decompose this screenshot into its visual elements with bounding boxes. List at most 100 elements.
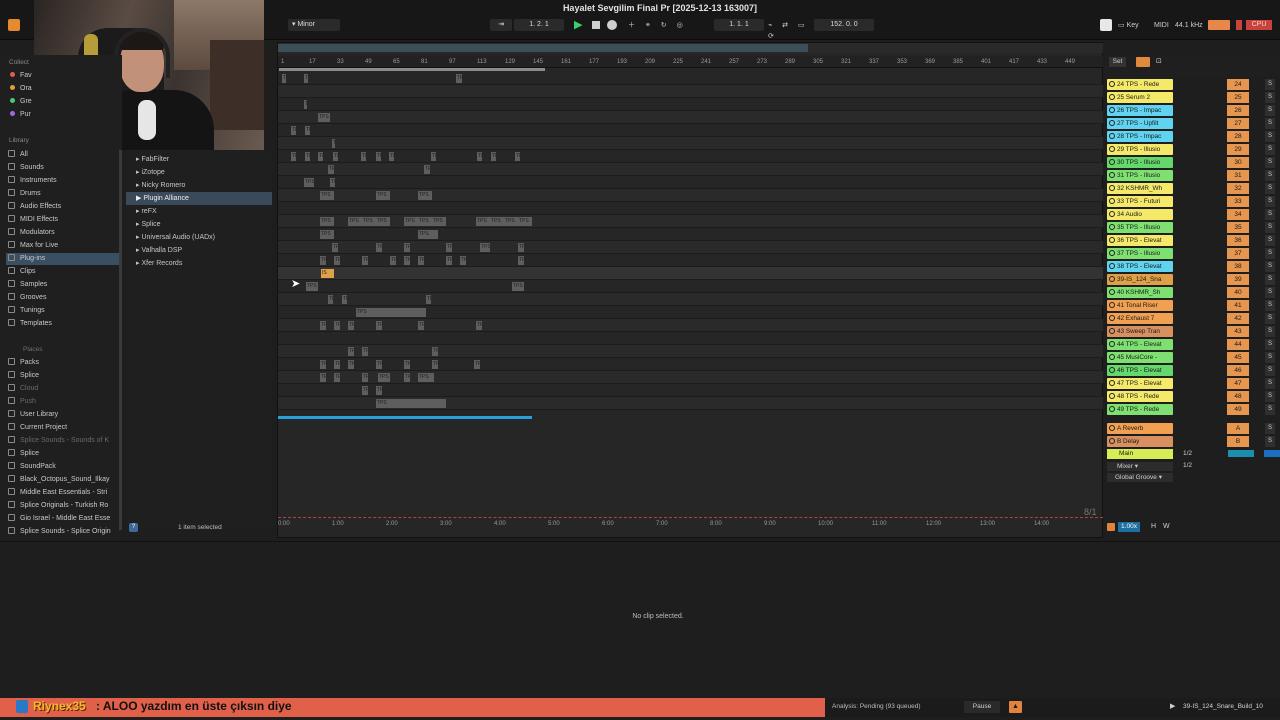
favorite-orange[interactable]: Ora bbox=[10, 83, 122, 95]
clip[interactable]: TPS bbox=[376, 386, 382, 395]
clip[interactable]: TPS bbox=[474, 360, 480, 369]
key-map-button[interactable]: ▭ Key bbox=[1118, 20, 1148, 31]
places-push[interactable]: Push bbox=[8, 396, 120, 408]
power-icon[interactable] bbox=[1109, 159, 1115, 165]
scale-select[interactable]: ▾ Minor bbox=[288, 19, 340, 31]
places-user-library[interactable]: User Library bbox=[8, 409, 120, 421]
clip[interactable]: TPS bbox=[404, 243, 410, 252]
track-header[interactable]: 39-IS_124_Sna 39 S bbox=[1105, 273, 1280, 286]
track-header[interactable]: 24 TPS - Rede 24 S bbox=[1105, 78, 1280, 91]
solo-button[interactable]: S bbox=[1265, 157, 1275, 168]
track-number[interactable]: 36 bbox=[1227, 235, 1249, 246]
power-icon[interactable] bbox=[1109, 393, 1115, 399]
clip[interactable]: TPS bbox=[306, 282, 318, 291]
track-header[interactable]: 30 TPS - Illusio 30 S bbox=[1105, 156, 1280, 169]
track-name[interactable]: 24 TPS - Rede bbox=[1107, 79, 1173, 90]
track-number[interactable]: 31 bbox=[1227, 170, 1249, 181]
folder-izotope[interactable]: ▸ iZotope bbox=[126, 166, 272, 179]
browser-toggle-button[interactable] bbox=[8, 19, 20, 31]
solo-button[interactable]: S bbox=[1265, 144, 1275, 155]
track-header[interactable]: 43 Sweep Tran 43 S bbox=[1105, 325, 1280, 338]
loop-brace[interactable] bbox=[279, 68, 545, 71]
midi-map-button[interactable]: MIDI bbox=[1154, 20, 1169, 31]
power-icon[interactable] bbox=[1109, 263, 1115, 269]
track-number[interactable]: 30 bbox=[1227, 157, 1249, 168]
places-current-project[interactable]: Current Project bbox=[8, 422, 120, 434]
library-all[interactable]: All bbox=[8, 149, 120, 161]
arrangement-lane[interactable] bbox=[278, 241, 1103, 254]
track-name[interactable]: 43 Sweep Tran bbox=[1107, 326, 1173, 337]
power-icon[interactable] bbox=[1109, 406, 1115, 412]
arrangement-lane[interactable] bbox=[278, 371, 1103, 384]
power-icon[interactable] bbox=[1109, 367, 1115, 373]
clip[interactable]: TPS bbox=[518, 217, 532, 226]
clip[interactable]: TPS bbox=[318, 113, 330, 122]
zoom-icon[interactable] bbox=[1107, 523, 1115, 531]
clip[interactable]: TPS bbox=[476, 321, 482, 330]
places-cloud[interactable]: Cloud bbox=[8, 383, 120, 395]
track-name[interactable]: 31 TPS - Illusio bbox=[1107, 170, 1173, 181]
warning-icon[interactable]: ▲ bbox=[1009, 701, 1022, 713]
clip[interactable]: TPS bbox=[376, 321, 382, 330]
pause-button[interactable]: Pause bbox=[964, 701, 1000, 713]
song-position[interactable]: 1. 2. 1 bbox=[514, 19, 564, 31]
clip[interactable]: TPS bbox=[432, 347, 438, 356]
solo-button[interactable]: S bbox=[1265, 352, 1275, 363]
clip[interactable]: TPS bbox=[362, 217, 376, 226]
mixer-select[interactable]: Mixer ▾ bbox=[1107, 462, 1173, 471]
folder-plugin-alliance[interactable]: ▶ Plugin Alliance bbox=[126, 192, 272, 205]
power-icon[interactable] bbox=[1109, 438, 1115, 444]
arrangement-lane[interactable] bbox=[278, 254, 1103, 267]
track-name[interactable]: 42 Exhaust 7 bbox=[1107, 313, 1173, 324]
arrangement-lane[interactable] bbox=[278, 98, 1103, 111]
power-icon[interactable] bbox=[1109, 198, 1115, 204]
clip[interactable]: TPS bbox=[334, 373, 340, 382]
power-icon[interactable] bbox=[1109, 380, 1115, 386]
clip[interactable]: TPS bbox=[328, 165, 334, 174]
solo-button[interactable]: S bbox=[1265, 79, 1275, 90]
clip[interactable]: TPS bbox=[291, 126, 296, 135]
power-icon[interactable] bbox=[1109, 425, 1115, 431]
track-header[interactable]: 36 TPS - Elevat 36 S bbox=[1105, 234, 1280, 247]
track-number[interactable]: 25 bbox=[1227, 92, 1249, 103]
track-name[interactable]: 26 TPS - Impac bbox=[1107, 105, 1173, 116]
track-number[interactable]: 38 bbox=[1227, 261, 1249, 272]
return-name[interactable]: B Delay bbox=[1107, 436, 1173, 447]
power-icon[interactable] bbox=[1109, 224, 1115, 230]
track-header[interactable]: 27 TPS - Upfilt 27 S bbox=[1105, 117, 1280, 130]
library-templates[interactable]: Templates bbox=[8, 318, 120, 330]
track-number[interactable]: 48 bbox=[1227, 391, 1249, 402]
track-number[interactable]: 28 bbox=[1227, 131, 1249, 142]
track-number[interactable]: 37 bbox=[1227, 248, 1249, 259]
track-number[interactable]: 29 bbox=[1227, 144, 1249, 155]
clip[interactable]: TPS bbox=[328, 295, 333, 304]
return-track[interactable]: B Delay B S bbox=[1105, 435, 1280, 448]
w-button[interactable]: W bbox=[1163, 523, 1170, 530]
clip[interactable]: TPS bbox=[515, 152, 520, 161]
clip[interactable]: TPS bbox=[404, 256, 410, 265]
arrangement-lane[interactable] bbox=[278, 293, 1103, 306]
clip[interactable]: TPS bbox=[291, 152, 296, 161]
solo-button[interactable]: S bbox=[1265, 300, 1275, 311]
power-icon[interactable] bbox=[1109, 302, 1115, 308]
clip[interactable]: TPS bbox=[512, 282, 524, 291]
track-number[interactable]: 44 bbox=[1227, 339, 1249, 350]
arrangement-lane[interactable] bbox=[278, 150, 1103, 163]
clip[interactable]: TPS bbox=[320, 191, 334, 200]
places-soundpack[interactable]: SoundPack bbox=[8, 461, 120, 473]
solo-button[interactable]: S bbox=[1265, 404, 1275, 415]
track-name[interactable]: 38 TPS - Elevat bbox=[1107, 261, 1173, 272]
places-black-octopus[interactable]: Black_Octopus_Sound_Ilkay bbox=[8, 474, 120, 486]
clip[interactable]: TPS bbox=[362, 256, 368, 265]
track-header[interactable]: 35 TPS - Illusio 35 S bbox=[1105, 221, 1280, 234]
clip[interactable]: TPS bbox=[491, 152, 496, 161]
clip[interactable]: TPS bbox=[304, 100, 307, 109]
clip[interactable]: TPS bbox=[361, 152, 366, 161]
arrangement-lane[interactable] bbox=[278, 280, 1103, 293]
clip[interactable]: TPS bbox=[304, 178, 314, 187]
clip[interactable]: TPS bbox=[333, 152, 338, 161]
solo-button[interactable]: S bbox=[1265, 183, 1275, 194]
solo-button[interactable]: S bbox=[1265, 92, 1275, 103]
arrangement-lane[interactable] bbox=[278, 85, 1103, 98]
track-header[interactable]: 28 TPS - Impac 28 S bbox=[1105, 130, 1280, 143]
